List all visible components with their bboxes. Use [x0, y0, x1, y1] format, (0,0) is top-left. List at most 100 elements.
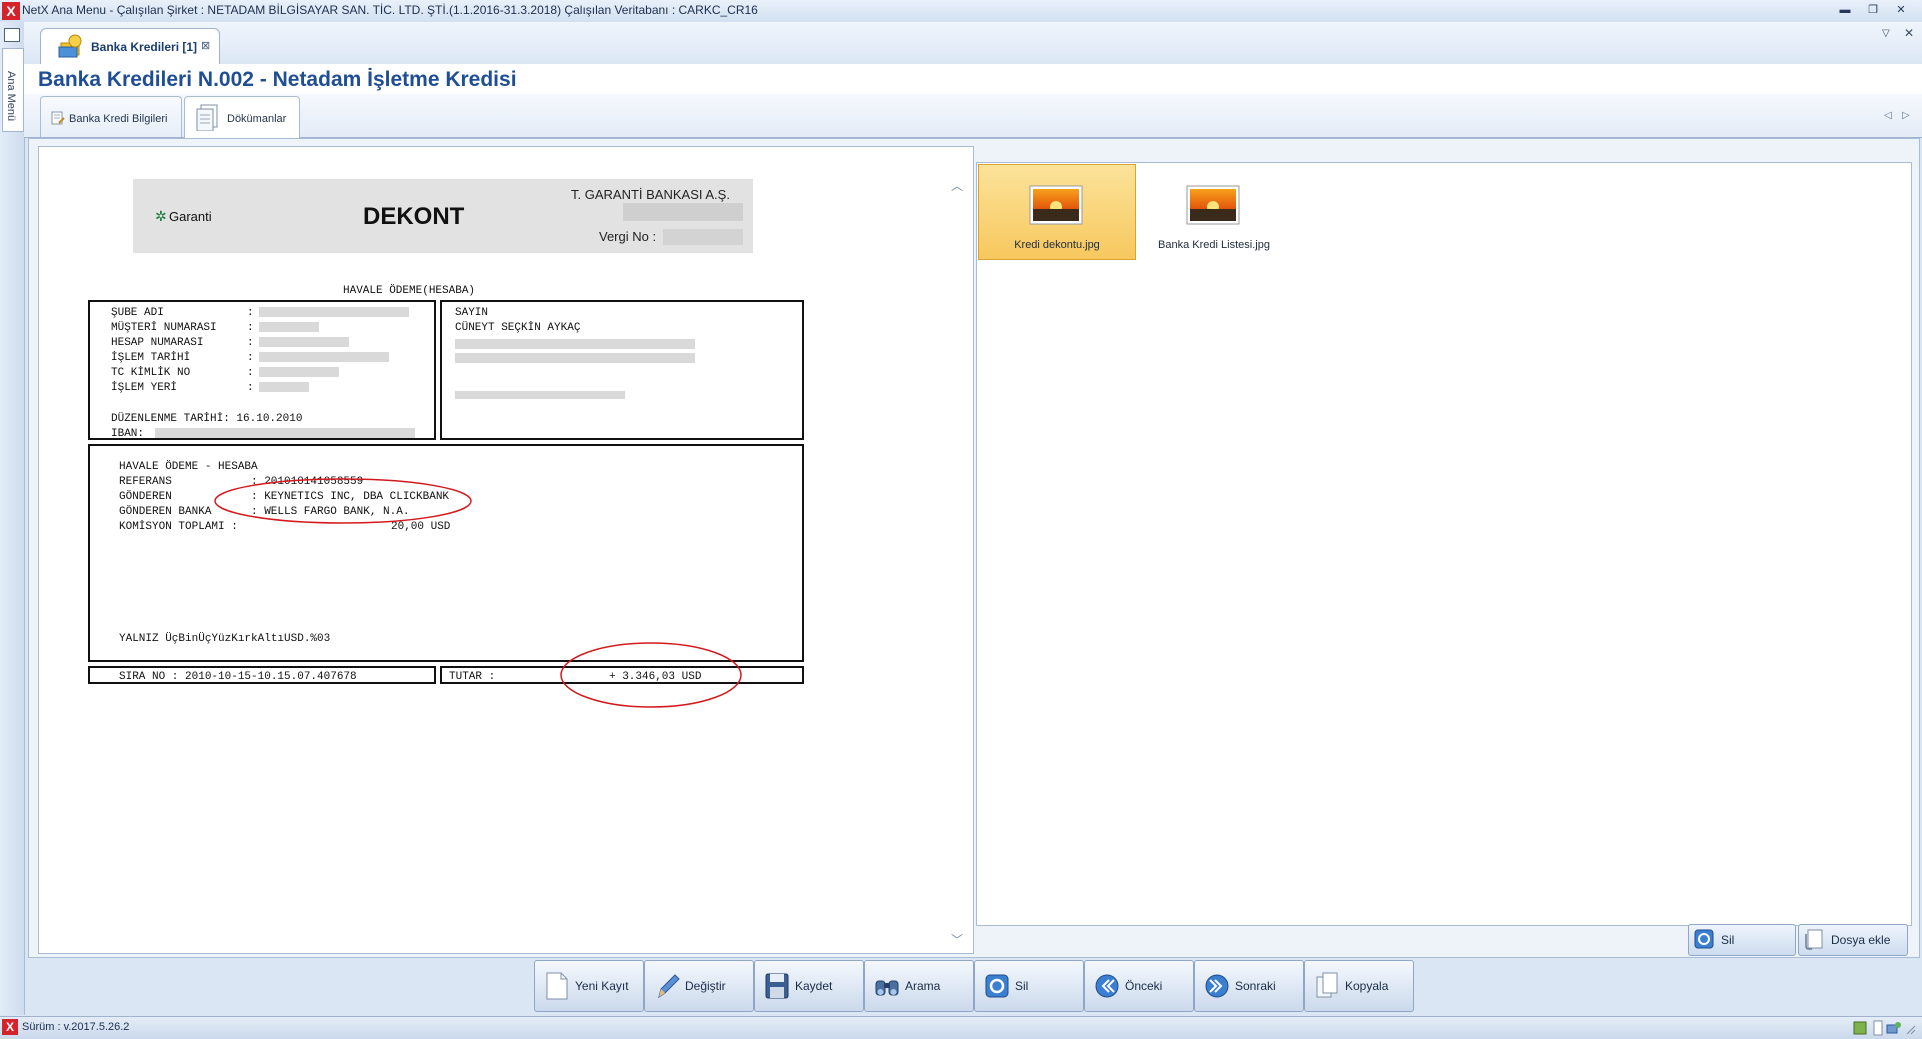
sira-no: SIRA NO : 2010-10-15-10.15.07.407678 — [119, 671, 357, 683]
menu-pin-icon[interactable] — [4, 28, 20, 42]
status-bar: X Sürüm : v.2017.5.26.2 — [0, 1016, 1922, 1039]
iban-label: IBAN: — [111, 428, 144, 440]
copy-button[interactable]: Kopyala — [1304, 960, 1414, 1012]
side-tab-ana-menu[interactable]: Ana Menü — [2, 48, 24, 132]
file-list-panel: Kredi dekontu.jpg Banka Kredi Listesi.jp… — [976, 162, 1912, 926]
module-tab-strip: ▽ ✕ — [24, 22, 1922, 65]
label-referans: REFERANS — [119, 476, 172, 488]
dekont-image: ✲ Garanti DEKONT T. GARANTİ BANKASI A.Ş.… — [88, 179, 804, 708]
attachment-icon[interactable] — [1870, 1020, 1886, 1036]
toolbar-label: Sil — [1015, 979, 1029, 993]
previous-icon — [1095, 974, 1119, 998]
notes-icon[interactable] — [1852, 1020, 1868, 1036]
module-tab-label: Banka Kredileri [1] — [91, 40, 198, 54]
svg-text::: : — [247, 352, 254, 364]
tab-banka-kredi-bilgileri[interactable]: Banka Kredi Bilgileri — [40, 96, 182, 137]
document-preview-panel: ✲ Garanti DEKONT T. GARANTİ BANKASI A.Ş.… — [38, 146, 974, 954]
svg-text::: : — [247, 367, 254, 379]
field-tc-kimlik: TC KİMLİK NO — [111, 366, 191, 379]
next-button[interactable]: Sonraki — [1194, 960, 1304, 1012]
label-gonderen: GÖNDEREN — [119, 490, 172, 503]
field-hesap-numarasi: HESAP NUMARASI — [111, 337, 203, 349]
document-edit-icon — [51, 111, 65, 125]
bank-logo-text: Garanti — [169, 209, 212, 224]
section-title: HAVALE ÖDEME(HESABA) — [343, 284, 475, 297]
salutation: SAYIN — [455, 307, 488, 319]
tab-banka-kredileri[interactable]: Banka Kredileri [1] ⊠ — [40, 28, 220, 65]
toolbar-label: Sonraki — [1235, 979, 1276, 993]
value-referans: : 201010141058559 — [251, 476, 363, 488]
field-islem-yeri: İŞLEM YERİ — [111, 381, 177, 394]
page-title: Banka Kredileri N.002 - Netadam İşletme … — [38, 68, 517, 91]
new-record-button[interactable]: Yeni Kayıt — [534, 960, 644, 1012]
tutar-label: TUTAR : — [449, 671, 495, 683]
add-file-button[interactable]: Dosya ekle — [1798, 924, 1908, 956]
value-gonderen-banka: : WELLS FARGO BANK, N.A. — [251, 506, 409, 518]
documents-icon — [196, 104, 218, 131]
bottom-toolbar: Yeni Kayıt Değiştir Kaydet Arama Sil Önc… — [530, 960, 1416, 1012]
edit-button[interactable]: Değiştir — [644, 960, 754, 1012]
file-delete-label: Sil — [1721, 933, 1735, 947]
delete-icon — [1694, 929, 1714, 949]
search-icon — [875, 980, 899, 996]
toolbar-label: Değiştir — [685, 979, 726, 993]
file-tile[interactable]: Banka Kredi Listesi.jpg — [1135, 164, 1293, 260]
resize-grip-icon[interactable] — [1904, 1023, 1916, 1035]
previous-button[interactable]: Önceki — [1084, 960, 1194, 1012]
label-komisyon: KOMİSYON TOPLAMI : — [119, 520, 238, 533]
version-text: Sürüm : v.2017.5.26.2 — [22, 1021, 130, 1033]
connection-icon[interactable] — [1886, 1020, 1902, 1036]
window-title: NetX Ana Menu - Çalışılan Şirket : NETAD… — [22, 3, 758, 17]
page-title-bar: Banka Kredileri N.002 - Netadam İşletme … — [24, 64, 1922, 94]
subtab-scroll-left-icon[interactable]: ◁ — [1884, 110, 1892, 121]
edit-icon — [658, 974, 680, 999]
preview-scrollbar[interactable]: ︿ ﹀ — [947, 177, 969, 949]
body-title: HAVALE ÖDEME - HESABA — [119, 460, 258, 473]
svg-text::: : — [247, 337, 254, 349]
toolbar-label: Önceki — [1125, 979, 1163, 993]
dekont-heading: DEKONT — [363, 203, 465, 230]
next-icon — [1205, 974, 1229, 998]
file-tile[interactable]: Kredi dekontu.jpg — [978, 164, 1136, 260]
file-name: Kredi dekontu.jpg — [1014, 239, 1100, 251]
title-bar: X NetX Ana Menu - Çalışılan Şirket : NET… — [0, 0, 1922, 23]
bank-credit-icon — [58, 34, 82, 58]
add-file-label: Dosya ekle — [1831, 933, 1891, 947]
label-gonderen-banka: GÖNDEREN BANKA — [119, 505, 212, 518]
file-name: Banka Kredi Listesi.jpg — [1158, 239, 1270, 251]
subtab-scroll-right-icon[interactable]: ▷ — [1902, 110, 1910, 121]
search-button[interactable]: Arama — [864, 960, 974, 1012]
recipient-name: CÜNEYT SEÇKİN AYKAÇ — [455, 321, 581, 334]
value-gonderen: : KEYNETICS INC, DBA CLICKBANK — [251, 491, 449, 503]
tab-close-icon[interactable]: ✕ — [1904, 26, 1914, 40]
file-delete-button[interactable]: Sil — [1688, 924, 1796, 956]
tab-dropdown-icon[interactable]: ▽ — [1882, 28, 1890, 39]
field-islem-tarihi: İŞLEM TARİHİ — [111, 351, 190, 364]
amount-in-words: YALNIZ ÜçBinÜçYüzKırkAltıUSD.%03 — [119, 632, 330, 645]
tab-dokumanlar[interactable]: Dökümanlar — [184, 96, 300, 138]
close-window-button[interactable]: ✕ — [1890, 2, 1912, 18]
side-panel: Ana Menü — [0, 22, 25, 1015]
scroll-up-icon[interactable]: ︿ — [951, 177, 963, 194]
copy-icon — [1316, 972, 1338, 998]
image-file-icon — [1029, 185, 1083, 225]
delete-record-button[interactable]: Sil — [974, 960, 1084, 1012]
module-tab-close-icon[interactable]: ⊠ — [201, 39, 210, 52]
subtab-label: Banka Kredi Bilgileri — [69, 113, 168, 125]
attach-file-icon — [1805, 929, 1823, 950]
field-musteri-numarasi: MÜŞTERİ NUMARASI — [111, 321, 217, 334]
bank-name: T. GARANTİ BANKASI A.Ş. — [571, 187, 730, 202]
toolbar-label: Kopyala — [1345, 979, 1389, 993]
new-record-icon — [546, 972, 568, 1000]
field-sube-adi: ŞUBE ADI — [111, 307, 164, 319]
subtab-strip: Banka Kredi Bilgileri Dökümanlar ◁ ▷ — [24, 94, 1922, 138]
minimize-button[interactable]: ▬ — [1834, 2, 1856, 18]
restore-button[interactable]: ❐ — [1862, 2, 1884, 18]
tutar-value: + 3.346,03 USD — [609, 671, 702, 683]
save-icon — [765, 973, 789, 999]
svg-text::: : — [247, 322, 254, 334]
save-button[interactable]: Kaydet — [754, 960, 864, 1012]
toolbar-label: Kaydet — [795, 979, 833, 993]
scroll-down-icon[interactable]: ﹀ — [951, 931, 963, 948]
subtab-label: Dökümanlar — [227, 113, 287, 125]
